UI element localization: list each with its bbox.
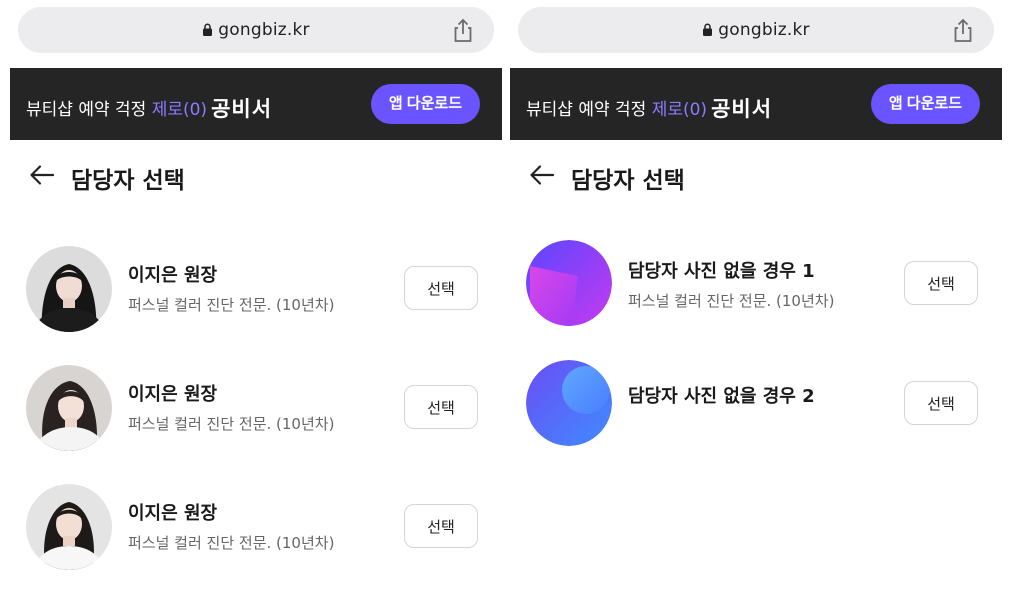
staff-description: 퍼스널 컬러 진단 전문. (10년차) bbox=[128, 534, 335, 552]
select-staff-button[interactable]: 선택 bbox=[404, 266, 478, 310]
staff-name: 담당자 사진 없을 경우 1 bbox=[628, 261, 815, 282]
default-avatar-2 bbox=[526, 360, 612, 446]
staff-avatar bbox=[26, 365, 112, 451]
lock-icon bbox=[203, 23, 213, 36]
select-staff-button[interactable]: 선택 bbox=[904, 381, 978, 425]
share-icon[interactable] bbox=[950, 17, 976, 43]
staff-name: 이지은 원장 bbox=[128, 384, 218, 405]
banner-text: 뷰티샵 예약 걱정 제로(0) 공비서 bbox=[26, 92, 272, 122]
staff-item: 이지은 원장 퍼스널 컬러 진단 전문. (10년차) 선택 bbox=[10, 228, 502, 347]
arrow-left-icon[interactable] bbox=[28, 161, 56, 189]
url-text: gongbiz.kr bbox=[718, 20, 810, 40]
staff-name: 이지은 원장 bbox=[128, 265, 218, 286]
banner-highlight: 제로(0) bbox=[651, 100, 708, 120]
select-staff-button[interactable]: 선택 bbox=[404, 385, 478, 429]
select-staff-button[interactable]: 선택 bbox=[904, 261, 978, 305]
staff-name: 담당자 사진 없을 경우 2 bbox=[628, 386, 815, 407]
staff-list: 이지은 원장 퍼스널 컬러 진단 전문. (10년차) 선택 이지은 원장 퍼스… bbox=[10, 228, 502, 585]
staff-description: 퍼스널 컬러 진단 전문. (10년차) bbox=[128, 296, 335, 314]
staff-name: 이지은 원장 bbox=[128, 503, 218, 524]
select-staff-button[interactable]: 선택 bbox=[404, 504, 478, 548]
staff-item: 이지은 원장 퍼스널 컬러 진단 전문. (10년차) 선택 bbox=[10, 466, 502, 585]
address-bar[interactable]: gongbiz.kr bbox=[18, 7, 494, 53]
page-title: 담당자 선택 bbox=[71, 168, 185, 194]
promo-banner: 뷰티샵 예약 걱정 제로(0) 공비서 앱 다운로드 bbox=[510, 68, 1002, 140]
promo-banner: 뷰티샵 예약 걱정 제로(0) 공비서 앱 다운로드 bbox=[10, 68, 502, 140]
screen-left: gongbiz.kr 뷰티샵 예약 걱정 제로(0) 공비서 앱 다운로드 담당자… bbox=[10, 0, 502, 591]
brand-logo: 공비서 bbox=[211, 97, 273, 121]
screen-right: gongbiz.kr 뷰티샵 예약 걱정 제로(0) 공비서 앱 다운로드 담당자… bbox=[510, 0, 1002, 591]
staff-item: 담당자 사진 없을 경우 1 퍼스널 컬러 진단 전문. (10년차) 선택 bbox=[510, 226, 1002, 346]
arrow-left-icon[interactable] bbox=[528, 161, 556, 189]
banner-prefix: 뷰티샵 예약 걱정 bbox=[26, 100, 152, 120]
default-avatar-1 bbox=[526, 240, 612, 326]
staff-avatar bbox=[26, 246, 112, 332]
staff-item: 담당자 사진 없을 경우 2 선택 bbox=[510, 346, 1002, 465]
page-title: 담당자 선택 bbox=[571, 168, 685, 194]
staff-list: 담당자 사진 없을 경우 1 퍼스널 컬러 진단 전문. (10년차) 선택 담… bbox=[510, 226, 1002, 465]
banner-prefix: 뷰티샵 예약 걱정 bbox=[526, 100, 652, 120]
brand-logo: 공비서 bbox=[711, 97, 773, 121]
url-display[interactable]: gongbiz.kr bbox=[518, 20, 994, 40]
app-download-button[interactable]: 앱 다운로드 bbox=[370, 84, 480, 124]
address-bar[interactable]: gongbiz.kr bbox=[518, 7, 994, 53]
app-download-button[interactable]: 앱 다운로드 bbox=[870, 84, 980, 124]
staff-avatar bbox=[26, 484, 112, 570]
staff-item: 이지은 원장 퍼스널 컬러 진단 전문. (10년차) 선택 bbox=[10, 347, 502, 466]
staff-description: 퍼스널 컬러 진단 전문. (10년차) bbox=[628, 292, 835, 310]
banner-highlight: 제로(0) bbox=[151, 100, 208, 120]
staff-description: 퍼스널 컬러 진단 전문. (10년차) bbox=[128, 415, 335, 433]
share-icon[interactable] bbox=[450, 17, 476, 43]
banner-text: 뷰티샵 예약 걱정 제로(0) 공비서 bbox=[526, 92, 772, 122]
url-display[interactable]: gongbiz.kr bbox=[18, 20, 494, 40]
url-text: gongbiz.kr bbox=[218, 20, 310, 40]
lock-icon bbox=[703, 23, 713, 36]
